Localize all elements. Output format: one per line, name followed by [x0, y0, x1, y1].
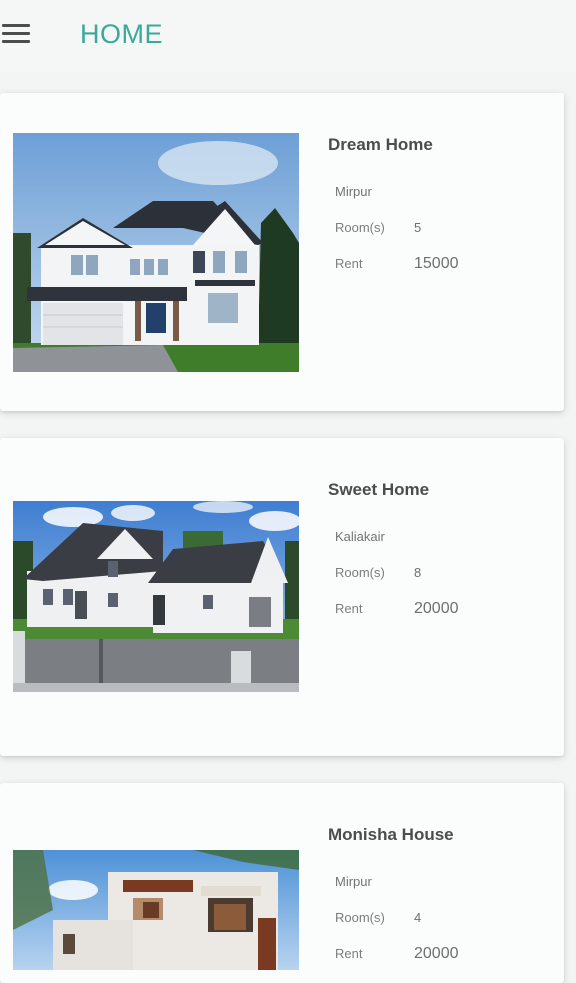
rent-value: 20000 — [414, 945, 459, 962]
rent-label: Rent — [335, 946, 363, 961]
listing-card[interactable]: Dream Home Mirpur Room(s) 5 Rent 15000 — [0, 93, 564, 411]
rooms-label: Room(s) — [335, 565, 385, 580]
rooms-value: 4 — [414, 910, 422, 925]
listing-title: Monisha House — [328, 825, 454, 844]
house-photo — [13, 850, 299, 970]
listing-card[interactable]: Monisha House Mirpur Room(s) 4 Rent 2000… — [0, 783, 564, 983]
rooms-label: Room(s) — [335, 220, 385, 235]
app-bar: HOME — [0, 0, 576, 72]
house-photo — [13, 133, 299, 372]
listing-location: Mirpur — [335, 184, 372, 199]
rent-label: Rent — [335, 601, 363, 616]
rent-value: 15000 — [414, 255, 459, 272]
listing-title: Dream Home — [328, 135, 433, 154]
rooms-label: Room(s) — [335, 910, 385, 925]
house-photo — [13, 501, 299, 692]
listing-card[interactable]: Sweet Home Kaliakair Room(s) 8 Rent 2000… — [0, 438, 564, 756]
listing-title: Sweet Home — [328, 480, 430, 499]
rooms-value: 5 — [414, 220, 422, 235]
page-title: HOME — [80, 19, 163, 49]
rent-value: 20000 — [414, 600, 459, 617]
rent-label: Rent — [335, 256, 363, 271]
listing-location: Kaliakair — [335, 529, 385, 544]
rooms-value: 8 — [414, 565, 422, 580]
listing-location: Mirpur — [335, 874, 372, 889]
hamburger-menu-icon[interactable] — [2, 24, 32, 46]
